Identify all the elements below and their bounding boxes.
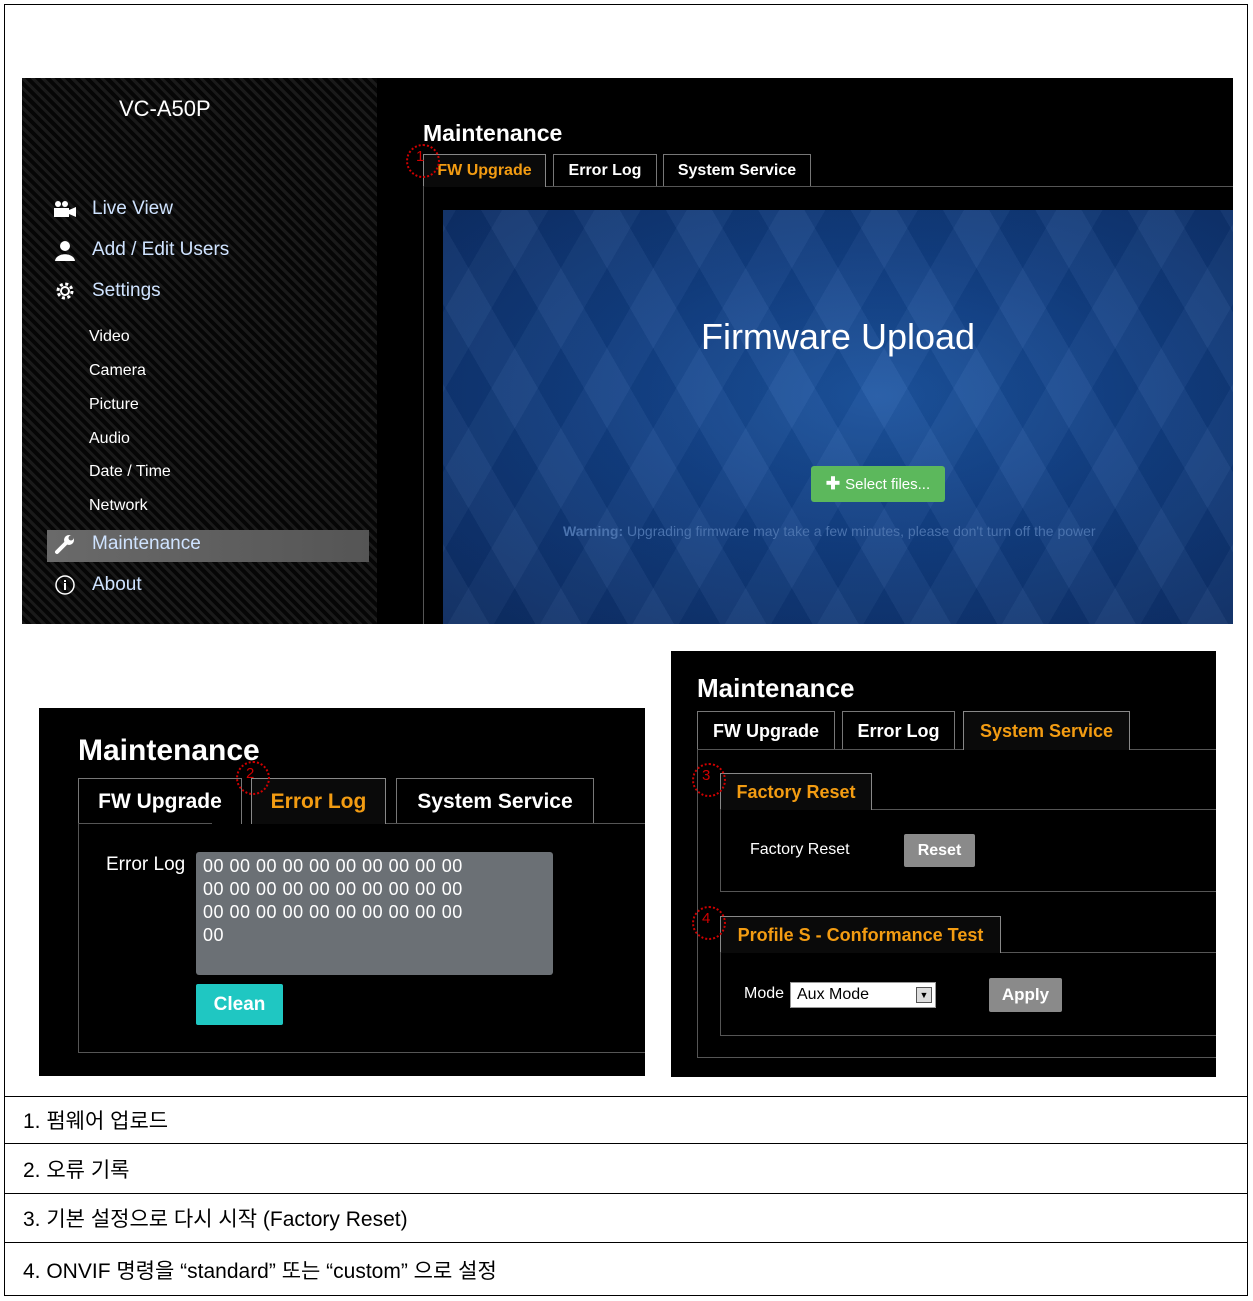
select-files-label: Select files... xyxy=(845,475,931,493)
tab-bar: FW Upgrade Error Log System Service xyxy=(423,154,1233,187)
legend-text: 1. 펌웨어 업로드 xyxy=(23,1110,169,1133)
factory-reset-label: Factory Reset xyxy=(750,841,850,858)
sub-video[interactable]: Video xyxy=(89,328,130,346)
nav-settings[interactable]: Settings xyxy=(52,280,161,302)
tab-system-service[interactable]: System Service xyxy=(963,711,1130,750)
nav-maintenance[interactable]: Maintenance xyxy=(52,533,201,555)
warning-text: Warning: Upgrading firmware may take a f… xyxy=(563,523,1233,539)
tab-profile-s-conformance[interactable]: Profile S - Conformance Test xyxy=(720,916,1001,953)
sidebar: VC-A50P Live View Add / Edit Users Setti… xyxy=(22,78,377,624)
mode-select-value: Aux Mode xyxy=(797,986,870,1003)
apply-button[interactable]: Apply xyxy=(989,978,1062,1012)
nav-live-view[interactable]: Live View xyxy=(52,198,173,220)
warning-label: Warning: xyxy=(563,523,624,539)
log-line: 00 00 00 00 00 00 00 00 00 00 xyxy=(203,879,463,899)
page-title: Maintenance xyxy=(697,673,855,703)
sub-audio[interactable]: Audio xyxy=(89,430,130,448)
nav-label: Live View xyxy=(92,198,173,219)
mode-label: Mode xyxy=(744,985,785,1002)
tab-fw-upgrade[interactable]: FW Upgrade xyxy=(423,154,546,187)
brand-title: VC-A50P xyxy=(119,96,211,121)
warning-message: Upgrading firmware may take a few minute… xyxy=(627,523,1096,539)
nav-label: Maintenance xyxy=(92,533,201,554)
legend-text: 3. 기본 설정으로 다시 시작 (Factory Reset) xyxy=(23,1208,408,1231)
nav-label: Settings xyxy=(92,280,161,301)
callout-3: 3 xyxy=(692,763,726,797)
legend-row: 4. ONVIF 명령을 “standard” 또는 “custom” 으로 설… xyxy=(4,1242,1248,1296)
nav-label: Add / Edit Users xyxy=(92,239,230,260)
page-title: Maintenance xyxy=(423,120,563,146)
legend-row: 1. 펌웨어 업로드 xyxy=(4,1096,1248,1143)
error-log-textarea[interactable]: 00 00 00 00 00 00 00 00 00 00 00 00 00 0… xyxy=(196,852,553,975)
tab-factory-reset[interactable]: Factory Reset xyxy=(720,773,872,810)
log-line: 00 xyxy=(203,925,225,945)
page-title: Maintenance xyxy=(78,734,260,767)
info-icon xyxy=(52,574,78,596)
callout-4: 4 xyxy=(692,906,726,940)
nav-add-edit-users[interactable]: Add / Edit Users xyxy=(52,239,229,261)
error-log-label: Error Log xyxy=(106,854,186,875)
sub-network[interactable]: Network xyxy=(89,497,148,515)
tab-system-service[interactable]: System Service xyxy=(663,154,811,187)
tab-error-log[interactable]: Error Log xyxy=(553,154,657,187)
wrench-icon xyxy=(52,533,78,555)
sub-date-time[interactable]: Date / Time xyxy=(89,463,171,481)
firmware-upload-panel: Firmware Upload ✚ Select files... Warnin… xyxy=(443,210,1233,624)
chevron-down-icon: ▼ xyxy=(916,987,932,1003)
legend-text: 2. 오류 기록 xyxy=(23,1158,130,1182)
reset-button[interactable]: Reset xyxy=(904,834,975,867)
callout-1: 1 xyxy=(406,144,440,178)
tab-error-log[interactable]: Error Log xyxy=(251,778,386,824)
plus-icon: ✚ xyxy=(825,474,841,493)
nav-about[interactable]: About xyxy=(52,574,142,596)
tab-system-service[interactable]: System Service xyxy=(396,778,594,824)
tab-bar: FW Upgrade Error Log System Service xyxy=(78,778,645,824)
nav-label: About xyxy=(92,574,142,595)
gear-icon xyxy=(52,280,78,302)
user-icon xyxy=(52,239,78,261)
legend-row: 2. 오류 기록 xyxy=(4,1143,1248,1193)
select-files-button[interactable]: ✚ Select files... xyxy=(811,466,945,502)
firmware-upload-title: Firmware Upload xyxy=(700,316,976,357)
error-log-screenshot: Maintenance FW Upgrade Error Log System … xyxy=(39,708,645,1076)
mode-select[interactable]: Aux Mode ▼ xyxy=(790,982,936,1008)
video-camera-icon xyxy=(52,198,78,220)
legend-row: 3. 기본 설정으로 다시 시작 (Factory Reset) xyxy=(4,1193,1248,1242)
legend-text: 4. ONVIF 명령을 “standard” 또는 “custom” 으로 설… xyxy=(23,1259,497,1283)
sub-camera[interactable]: Camera xyxy=(89,362,146,380)
log-line: 00 00 00 00 00 00 00 00 00 00 xyxy=(203,902,463,922)
callout-2: 2 xyxy=(236,761,270,795)
system-service-screenshot: Maintenance FW Upgrade Error Log System … xyxy=(671,651,1216,1077)
tab-fw-upgrade[interactable]: FW Upgrade xyxy=(697,711,835,750)
tab-bar: FW Upgrade Error Log System Service xyxy=(697,711,1216,750)
log-line: 00 00 00 00 00 00 00 00 00 00 xyxy=(203,856,463,876)
tab-fw-upgrade[interactable]: FW Upgrade xyxy=(78,778,242,824)
clean-button[interactable]: Clean xyxy=(196,984,283,1025)
tab-error-log[interactable]: Error Log xyxy=(842,711,955,750)
fw-upgrade-screenshot: VC-A50P Live View Add / Edit Users Setti… xyxy=(22,78,1233,624)
sub-picture[interactable]: Picture xyxy=(89,396,139,414)
